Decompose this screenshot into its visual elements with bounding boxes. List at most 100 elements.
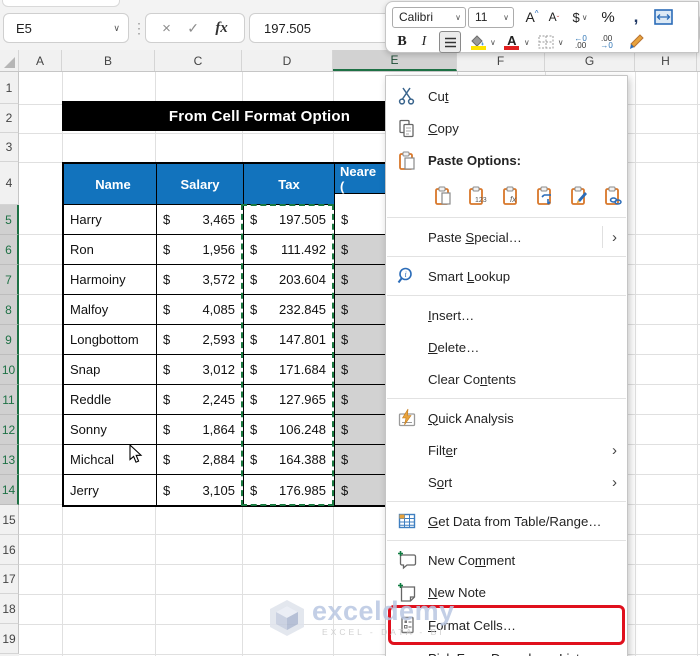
cell-name[interactable]: Jerry (64, 475, 157, 505)
column-header-A[interactable]: A (19, 50, 62, 71)
menu-item-smart-lookup[interactable]: i Smart Lookup (386, 260, 627, 292)
enter-icon[interactable]: ✓ (187, 20, 199, 37)
row-header-6[interactable]: 6 (0, 235, 19, 265)
cell-salary[interactable]: $2,245 (157, 385, 244, 415)
row-header-8[interactable]: 8 (0, 295, 19, 325)
menu-item-cut[interactable]: Cut (386, 80, 627, 112)
row-header-18[interactable]: 18 (0, 594, 19, 624)
row-header-7[interactable]: 7 (0, 265, 19, 295)
cell-name[interactable]: Michcal (64, 445, 157, 475)
menu-item-insert[interactable]: Insert… (386, 299, 627, 331)
row-header-9[interactable]: 9 (0, 325, 19, 355)
menu-item-new-note[interactable]: New Note (386, 576, 627, 608)
header-tax[interactable]: Tax (244, 164, 335, 205)
cell-salary[interactable]: $3,012 (157, 355, 244, 385)
cell-salary[interactable]: $3,572 (157, 265, 244, 295)
menu-item-delete[interactable]: Delete… (386, 331, 627, 363)
paste-formatting-button[interactable] (566, 182, 591, 208)
cell-tax[interactable]: $106.248 (244, 415, 335, 445)
paste-link-button[interactable] (600, 182, 625, 208)
cell-name[interactable]: Ron (64, 235, 157, 265)
name-box[interactable]: E5 ∨ (3, 13, 129, 43)
menu-item-clear-contents[interactable]: Clear Contents (386, 363, 627, 395)
borders-button[interactable] (536, 31, 556, 53)
cell-tax[interactable]: $127.965 (244, 385, 335, 415)
insert-function-icon[interactable]: fx (215, 20, 228, 37)
cell-name[interactable]: Reddle (64, 385, 157, 415)
cell-name[interactable]: Malfoy (64, 295, 157, 325)
percent-style-button[interactable]: % (598, 6, 618, 28)
menu-item-filter[interactable]: Filter › (386, 434, 627, 466)
menu-item-copy[interactable]: Copy (386, 112, 627, 144)
merge-center-button[interactable] (652, 6, 675, 28)
italic-button[interactable]: I (414, 31, 434, 53)
row-header-14[interactable]: 14 (0, 475, 19, 505)
paste-button[interactable] (430, 182, 455, 208)
row-header-11[interactable]: 11 (0, 385, 19, 415)
row-header-17[interactable]: 17 (0, 565, 19, 594)
row-header-10[interactable]: 10 (0, 355, 19, 385)
bold-button[interactable]: B (392, 31, 412, 53)
cancel-icon[interactable]: × (162, 20, 171, 37)
chevron-down-icon[interactable]: ∨ (113, 23, 120, 34)
menu-item-new-comment[interactable]: New Comment (386, 544, 627, 576)
cell-tax[interactable]: $232.845 (244, 295, 335, 325)
cell-salary[interactable]: $2,593 (157, 325, 244, 355)
menu-item-format-cells[interactable]: Format Cells… (386, 605, 627, 645)
increase-decimal-button[interactable]: ←0 .00 (571, 31, 591, 53)
cell-salary[interactable]: $3,105 (157, 475, 244, 505)
row-header-13[interactable]: 13 (0, 445, 19, 475)
drag-handle-icon[interactable]: ⋮ (132, 13, 146, 43)
decrease-font-size-button[interactable]: Aˇ (544, 6, 564, 28)
menu-item-paste-options[interactable]: Paste Options: (386, 144, 627, 176)
cell-salary[interactable]: $2,884 (157, 445, 244, 475)
menu-item-get-data-from-table-range[interactable]: Get Data from Table/Range… (386, 505, 627, 537)
cell-salary[interactable]: $1,956 (157, 235, 244, 265)
fill-color-button[interactable] (468, 31, 488, 53)
chevron-down-icon[interactable]: ∨ (524, 38, 530, 47)
accounting-format-button[interactable]: $ ∨ (570, 6, 590, 28)
row-header-15[interactable]: 15 (0, 505, 19, 535)
column-header-D[interactable]: D (242, 50, 333, 71)
menu-item-quick-analysis[interactable]: Quick Analysis (386, 402, 627, 434)
paste-formulas-button[interactable]: fx (498, 182, 523, 208)
font-color-button[interactable]: A (502, 31, 522, 53)
row-header-16[interactable]: 16 (0, 535, 19, 565)
row-header-2[interactable]: 2 (0, 104, 19, 133)
cell-name[interactable]: Harmoiny (64, 265, 157, 295)
paste-values-button[interactable]: 123 (464, 182, 489, 208)
cell-name[interactable]: Longbottom (64, 325, 157, 355)
row-header-3[interactable]: 3 (0, 133, 19, 162)
font-name-combo[interactable]: Calibri ∨ (392, 6, 466, 28)
cell-name[interactable]: Sonny (64, 415, 157, 445)
cell-tax[interactable]: $164.388 (244, 445, 335, 475)
cell-salary[interactable]: $4,085 (157, 295, 244, 325)
row-header-1[interactable]: 1 (0, 72, 19, 104)
cell-tax[interactable]: $147.801 (244, 325, 335, 355)
cell-tax[interactable]: $111.492 (244, 235, 335, 265)
column-header-C[interactable]: C (155, 50, 242, 71)
menu-item-pick-from-drop-down-list[interactable]: Pick From Drop-down List… (386, 642, 627, 656)
cell-tax[interactable]: $203.604 (244, 265, 335, 295)
increase-font-size-button[interactable]: A ^ (522, 6, 542, 28)
decrease-decimal-button[interactable]: .00 →0 (597, 31, 617, 53)
chevron-down-icon[interactable]: ∨ (558, 38, 564, 47)
cell-name[interactable]: Harry (64, 205, 157, 235)
menu-item-sort[interactable]: Sort › (386, 466, 627, 498)
row-header-12[interactable]: 12 (0, 415, 19, 445)
cell-tax[interactable]: $176.985 (244, 475, 335, 505)
header-name[interactable]: Name (64, 164, 157, 205)
chevron-down-icon[interactable]: ∨ (490, 38, 496, 47)
format-painter-button[interactable] (624, 31, 646, 53)
row-header-19[interactable]: 19 (0, 624, 19, 654)
select-all-button[interactable] (0, 50, 19, 71)
font-size-combo[interactable]: 11 ∨ (468, 6, 514, 28)
cell-salary[interactable]: $3,465 (157, 205, 244, 235)
cell-name[interactable]: Snap (64, 355, 157, 385)
row-header-5[interactable]: 5 (0, 205, 19, 235)
paste-transpose-button[interactable] (532, 182, 557, 208)
menu-item-paste-special[interactable]: Paste Special… › (386, 221, 627, 253)
header-salary[interactable]: Salary (157, 164, 244, 205)
comma-style-button[interactable]: , (626, 6, 646, 28)
cell-tax[interactable]: $197.505 (244, 205, 335, 235)
